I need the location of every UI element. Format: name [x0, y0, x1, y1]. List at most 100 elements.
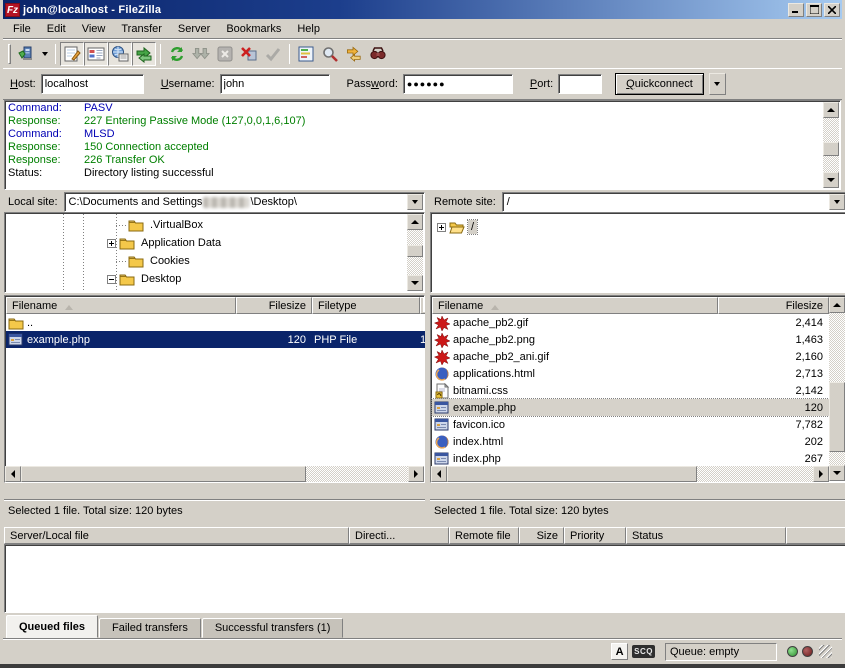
minimize-button[interactable] — [788, 3, 804, 17]
queue-tabbar: Queued files Failed transfers Successful… — [4, 615, 845, 638]
scroll-left-icon[interactable] — [431, 466, 447, 482]
speedlimit-badge[interactable]: SCQ — [632, 645, 655, 658]
tree-item-root[interactable]: / — [437, 218, 477, 236]
local-file-list: Filename Filesize Filetype L .. example.… — [4, 295, 425, 483]
cancel-operation-icon — [216, 45, 234, 63]
file-row[interactable]: apache_pb2.gif2,414 — [432, 314, 829, 331]
find-files-button[interactable] — [366, 42, 390, 66]
menu-view[interactable]: View — [74, 20, 114, 38]
local-directory-tree[interactable]: .VirtualBox Application Data Cookies Des… — [4, 212, 425, 293]
toggle-remote-tree-button[interactable] — [108, 42, 132, 66]
site-manager-dropdown[interactable] — [38, 43, 51, 65]
site-manager-button[interactable] — [14, 42, 38, 66]
column-header-filename[interactable]: Filename — [432, 297, 718, 314]
file-row-parent-dir[interactable]: .. — [6, 314, 425, 331]
file-row[interactable]: apache_pb2_ani.gif2,160 — [432, 348, 829, 365]
toggle-log-button[interactable] — [60, 42, 84, 66]
expand-plus-icon[interactable] — [437, 223, 446, 232]
folder-icon — [128, 253, 144, 269]
file-row[interactable]: apache_pb2.png1,463 — [432, 331, 829, 348]
password-input[interactable] — [403, 74, 513, 94]
process-queue-button[interactable] — [189, 42, 213, 66]
resize-grip[interactable] — [819, 645, 832, 658]
file-row[interactable]: index.php267 — [432, 450, 829, 467]
tab-queued-files[interactable]: Queued files — [6, 615, 98, 638]
menu-transfer[interactable]: Transfer — [113, 20, 170, 38]
queue-column-priority[interactable]: Priority — [564, 527, 626, 544]
scroll-down-icon[interactable] — [823, 172, 839, 188]
close-button[interactable] — [824, 3, 840, 17]
file-row[interactable]: bitnami.css2,142 — [432, 382, 829, 399]
cancel-operation-button[interactable] — [213, 42, 237, 66]
synchronized-browsing-button[interactable] — [342, 42, 366, 66]
tree-item-virtualbox[interactable]: .VirtualBox — [116, 216, 206, 234]
maximize-button[interactable] — [806, 3, 822, 17]
toolbar-grip[interactable] — [8, 44, 11, 64]
queue-column-status[interactable]: Status — [626, 527, 786, 544]
file-row-example-php[interactable]: example.php120 — [432, 399, 829, 416]
scroll-right-icon[interactable] — [813, 466, 829, 482]
collapse-minus-icon[interactable] — [107, 275, 116, 284]
scroll-down-icon[interactable] — [407, 275, 423, 291]
scroll-left-icon[interactable] — [5, 466, 21, 482]
transfer-type-indicator[interactable]: A — [611, 643, 628, 660]
refresh-button[interactable] — [165, 42, 189, 66]
queue-column-size[interactable]: Size — [519, 527, 564, 544]
tab-successful-transfers[interactable]: Successful transfers (1) — [202, 618, 344, 638]
menu-edit[interactable]: Edit — [39, 20, 74, 38]
queue-column-remote-file[interactable]: Remote file — [449, 527, 519, 544]
scroll-up-icon[interactable] — [823, 102, 839, 118]
local-site-combo[interactable]: C:\Documents and Settings\Desktop\ — [64, 192, 425, 212]
remote-directory-tree[interactable]: / — [430, 212, 845, 293]
port-input[interactable] — [558, 74, 602, 94]
tree-item-application-data[interactable]: Application Data — [107, 234, 224, 252]
menu-server[interactable]: Server — [170, 20, 218, 38]
remote-site-dropdown[interactable] — [829, 194, 845, 210]
file-row-example-php[interactable]: example.php 120 PHP File 1 — [6, 331, 425, 348]
disconnect-button[interactable] — [237, 42, 261, 66]
remote-site-combo[interactable]: / — [502, 192, 845, 212]
queue-column-server-local[interactable]: Server/Local file — [4, 527, 349, 544]
queue-list-area[interactable] — [4, 544, 845, 613]
file-row[interactable]: favicon.ico7,782 — [432, 416, 829, 433]
toggle-local-tree-button[interactable] — [84, 42, 108, 66]
scroll-right-icon[interactable] — [408, 466, 424, 482]
remote-file-list: Filename Filesize apache_pb2.gif2,414 ap… — [430, 295, 845, 483]
toggle-queue-button[interactable] — [132, 42, 156, 66]
file-row[interactable]: index.html202 — [432, 433, 829, 450]
file-row[interactable]: applications.html2,713 — [432, 365, 829, 382]
local-hscrollbar[interactable] — [5, 466, 424, 482]
scroll-down-icon[interactable] — [829, 465, 845, 481]
filezilla-window: Fz john@localhost - FileZilla File Edit … — [0, 0, 845, 668]
local-site-dropdown[interactable] — [407, 194, 423, 210]
directory-comparison-button[interactable] — [318, 42, 342, 66]
reconnect-button[interactable] — [261, 42, 285, 66]
titlebar[interactable]: Fz john@localhost - FileZilla — [3, 0, 842, 19]
column-header-filename[interactable]: Filename — [6, 297, 236, 314]
column-header-filetype[interactable]: Filetype — [312, 297, 420, 314]
quickconnect-dropdown[interactable] — [709, 73, 726, 95]
menu-help[interactable]: Help — [289, 20, 328, 38]
column-header-filesize[interactable]: Filesize — [718, 297, 829, 314]
toggle-local-tree-icon — [87, 45, 105, 63]
column-header-filesize[interactable]: Filesize — [236, 297, 312, 314]
local-tree-scrollbar[interactable] — [407, 214, 423, 291]
menu-bookmarks[interactable]: Bookmarks — [218, 20, 289, 38]
remote-hscrollbar[interactable] — [431, 466, 829, 482]
filter-button[interactable] — [294, 42, 318, 66]
tab-failed-transfers[interactable]: Failed transfers — [99, 618, 201, 638]
scroll-up-icon[interactable] — [829, 297, 845, 313]
menu-file[interactable]: File — [5, 20, 39, 38]
remote-list-scrollbar[interactable] — [829, 297, 845, 481]
queue-column-direction[interactable]: Directi... — [349, 527, 449, 544]
expand-plus-icon[interactable] — [107, 239, 116, 248]
scroll-up-icon[interactable] — [407, 214, 423, 230]
filter-icon — [297, 45, 315, 63]
quickconnect-button[interactable]: Quickconnect — [615, 73, 704, 95]
log-scrollbar[interactable] — [823, 102, 839, 188]
tree-item-cookies[interactable]: Cookies — [116, 252, 193, 270]
username-input[interactable] — [220, 74, 330, 94]
tree-item-desktop[interactable]: Desktop — [107, 270, 184, 288]
firefox-icon — [434, 434, 450, 450]
host-input[interactable] — [41, 74, 144, 94]
